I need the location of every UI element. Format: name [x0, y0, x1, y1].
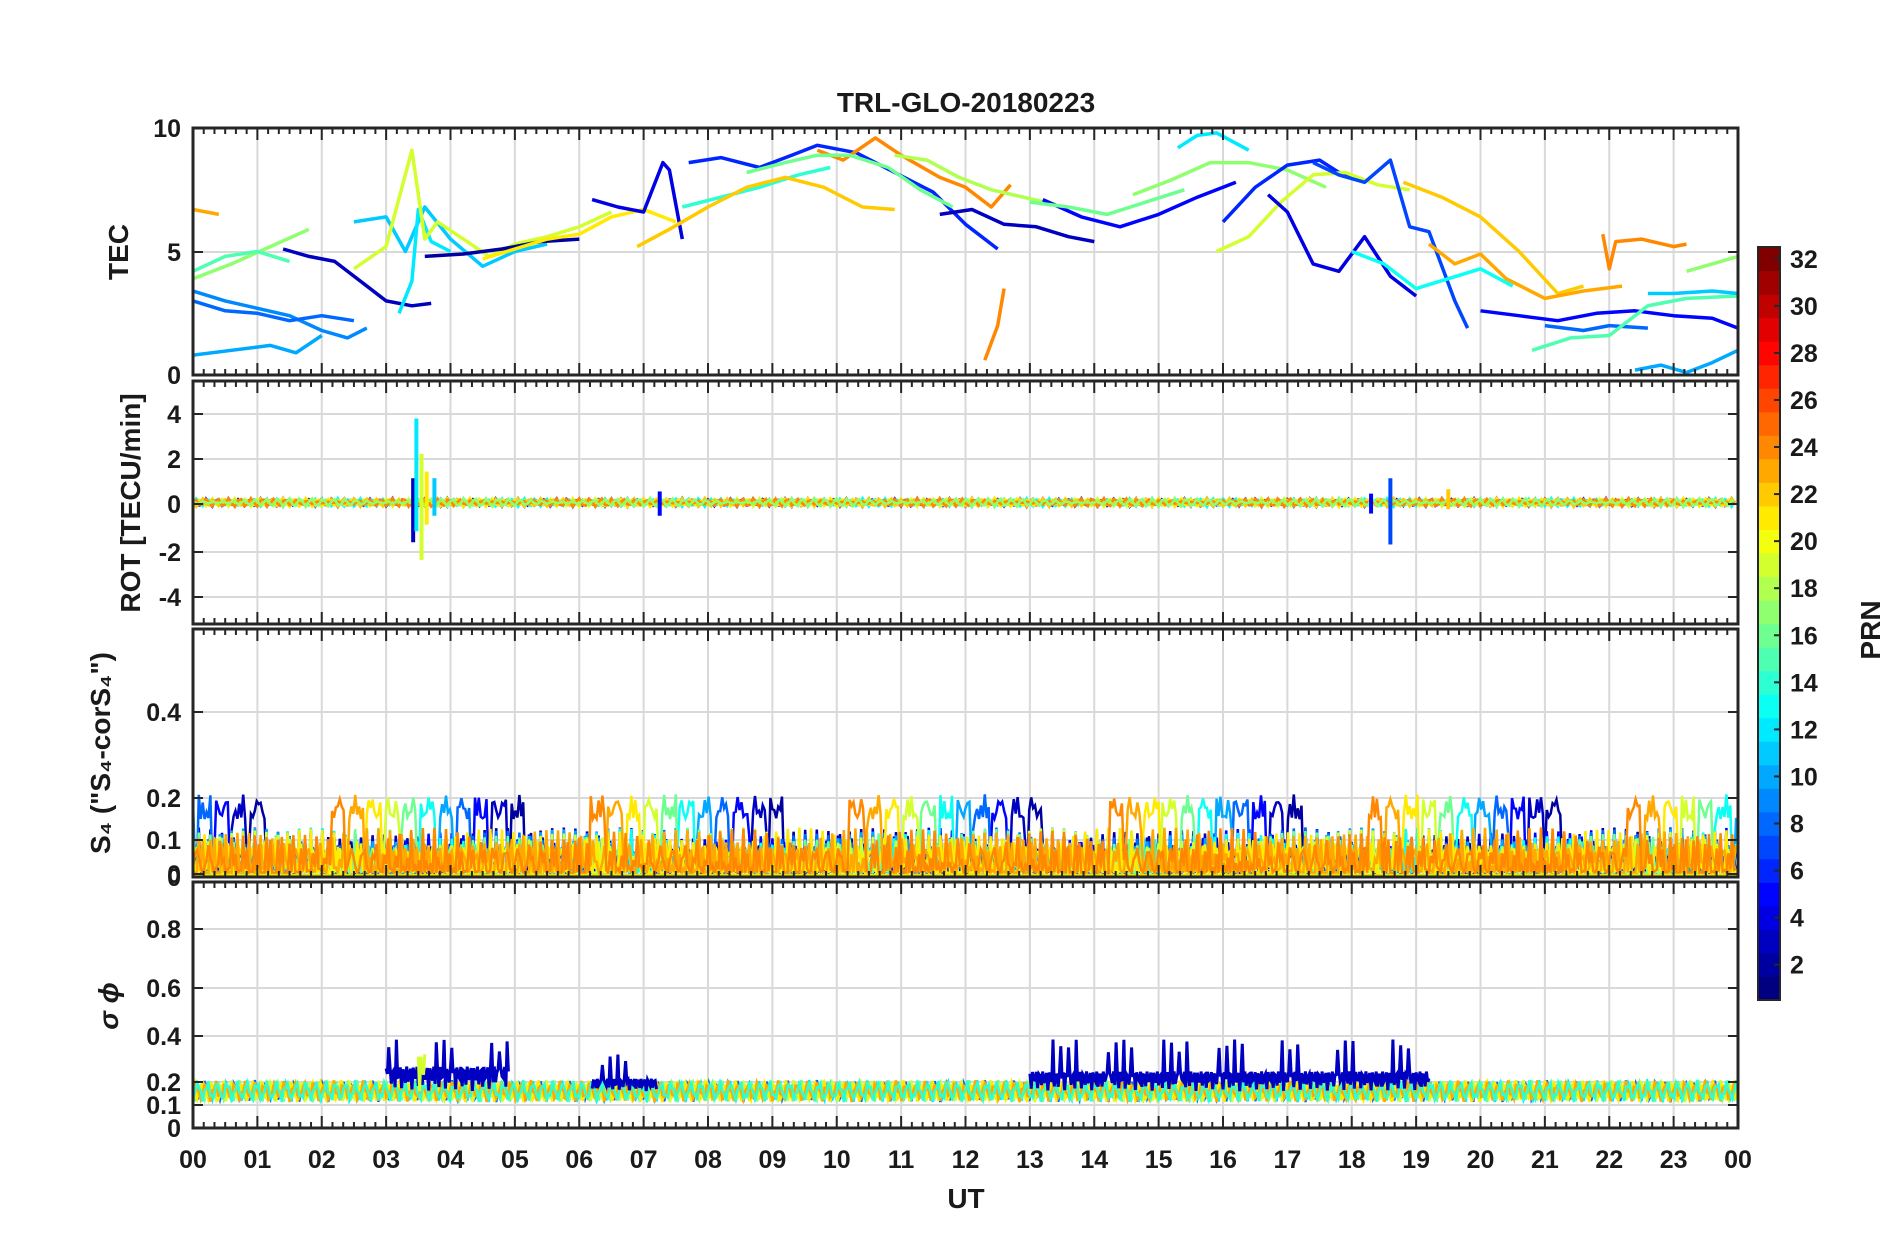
y-tick-label: 0 — [167, 491, 181, 519]
x-tick-label: 00 — [1724, 1146, 1752, 1174]
colorbar-segment — [1758, 741, 1780, 766]
figure: TRL-GLO-20180223 0510TEC-4-2024ROT [TECU… — [85, 87, 1886, 1214]
x-tick-label: 15 — [1145, 1146, 1173, 1174]
x-tick-label: 08 — [694, 1146, 722, 1174]
y-axis-label-rot: ROT [TECU/min] — [115, 393, 146, 612]
colorbar-tick-label: 8 — [1790, 811, 1804, 839]
colorbar-segment — [1758, 458, 1780, 483]
x-tick-label: 09 — [758, 1146, 786, 1174]
colorbar-tick-label: 6 — [1790, 858, 1804, 886]
colorbar-tick-label: 16 — [1790, 622, 1818, 650]
x-tick-label: 16 — [1209, 1146, 1237, 1174]
y-tick-label: -2 — [159, 539, 181, 567]
colorbar-tick-label: 10 — [1790, 763, 1818, 791]
y-tick-label: 2 — [167, 446, 181, 474]
x-tick-label: 00 — [179, 1146, 207, 1174]
y-tick-label: -4 — [159, 584, 181, 612]
colorbar-tick-label: 32 — [1790, 246, 1818, 274]
colorbar-segment — [1758, 976, 1780, 1001]
colorbar-tick-label: 14 — [1790, 669, 1818, 697]
panels: 0510TEC-4-2024ROT [TECU/min]000.10.20.4S… — [85, 115, 1740, 1143]
colorbar-tick-label: 20 — [1790, 528, 1818, 556]
panel-sigma_phi: 00.10.20.40.60.8σ ϕ — [93, 880, 1740, 1143]
x-tick-label: 23 — [1660, 1146, 1688, 1174]
y-tick-label: 0 — [167, 861, 181, 889]
colorbar-segment — [1758, 317, 1780, 342]
x-tick-label: 07 — [630, 1146, 658, 1174]
x-axis-label: UT — [947, 1183, 984, 1214]
y-axis-label-sigma_phi: σ ϕ — [93, 982, 124, 1030]
x-tick-label: 17 — [1273, 1146, 1301, 1174]
colorbar-segment — [1758, 270, 1780, 295]
y-tick-label: 0.8 — [146, 916, 181, 944]
x-tick-label: 01 — [243, 1146, 271, 1174]
y-tick-label: 0.2 — [146, 1069, 181, 1097]
x-tick-label: 10 — [823, 1146, 851, 1174]
x-tick-label: 03 — [372, 1146, 400, 1174]
x-tick-label: 11 — [888, 1146, 915, 1174]
colorbar-segment — [1758, 788, 1780, 813]
y-tick-label: 0.4 — [146, 699, 181, 727]
colorbar-segment — [1758, 694, 1780, 719]
colorbar-tick-label: 18 — [1790, 575, 1818, 603]
colorbar-tick-label: 26 — [1790, 387, 1818, 415]
x-tick-label: 13 — [1016, 1146, 1044, 1174]
x-tick-label: 12 — [952, 1146, 980, 1174]
colorbar-segment — [1758, 882, 1780, 907]
x-tick-label: 06 — [565, 1146, 593, 1174]
colorbar: 2468101214161820222426283032 — [1757, 246, 1818, 1001]
y-tick-label: 0.6 — [146, 975, 181, 1003]
colorbar-tick-label: 22 — [1790, 481, 1818, 509]
chart-title: TRL-GLO-20180223 — [837, 87, 1095, 118]
colorbar-segment — [1758, 364, 1780, 389]
x-tick-label: 21 — [1531, 1146, 1559, 1174]
colorbar-tick-label: 24 — [1790, 434, 1818, 462]
colorbar-tick-label: 4 — [1790, 905, 1804, 933]
x-tick-label: 18 — [1338, 1146, 1366, 1174]
x-tick-label: 05 — [501, 1146, 529, 1174]
y-tick-label: 0 — [167, 362, 181, 390]
y-tick-label: 0.2 — [146, 785, 181, 813]
colorbar-tick-label: 28 — [1790, 340, 1818, 368]
colorbar-tick-label: 30 — [1790, 293, 1818, 321]
colorbar-segment — [1758, 505, 1780, 530]
y-axis-label-tec: TEC — [103, 224, 134, 280]
colorbar-tick-label: 2 — [1790, 952, 1804, 980]
panel-rot: -4 -2 0 2 4 ROT [TECU/min] — [115, 379, 1740, 626]
colorbar-segment — [1758, 929, 1780, 954]
y-tick-label: 4 — [167, 401, 181, 429]
x-tick-label: 22 — [1595, 1146, 1623, 1174]
colorbar-segment — [1758, 835, 1780, 860]
y-tick-label: 0.4 — [146, 1023, 181, 1051]
colorbar-segment — [1758, 552, 1780, 578]
colorbar-tick-label: 12 — [1790, 716, 1818, 744]
y-tick-label: 5 — [167, 239, 181, 267]
colorbar-segment — [1758, 411, 1780, 436]
panel-s4: 000.10.20.4S₄ ("S₄-corS₄") — [85, 627, 1740, 892]
x-tick-label: 20 — [1467, 1146, 1495, 1174]
x-axis: 00 01 02 03 04 05 06 07 08 09 10 11 12 13 14 15 16 17 18 19… — [179, 1146, 1752, 1174]
x-tick-label: 02 — [308, 1146, 336, 1174]
colorbar-segment — [1758, 647, 1780, 672]
x-tick-label: 14 — [1080, 1146, 1108, 1174]
colorbar-label: PRN — [1855, 600, 1886, 659]
x-tick-label: 19 — [1402, 1146, 1430, 1174]
y-axis-label-s4: S₄ ("S₄-corS₄") — [85, 652, 116, 854]
x-tick-label: 04 — [437, 1146, 465, 1174]
panel-tec: 0 5 10 TEC — [103, 115, 1740, 390]
y-tick-label: 0.1 — [146, 827, 181, 855]
y-tick-label: 10 — [153, 115, 181, 143]
colorbar-segment — [1758, 599, 1780, 625]
